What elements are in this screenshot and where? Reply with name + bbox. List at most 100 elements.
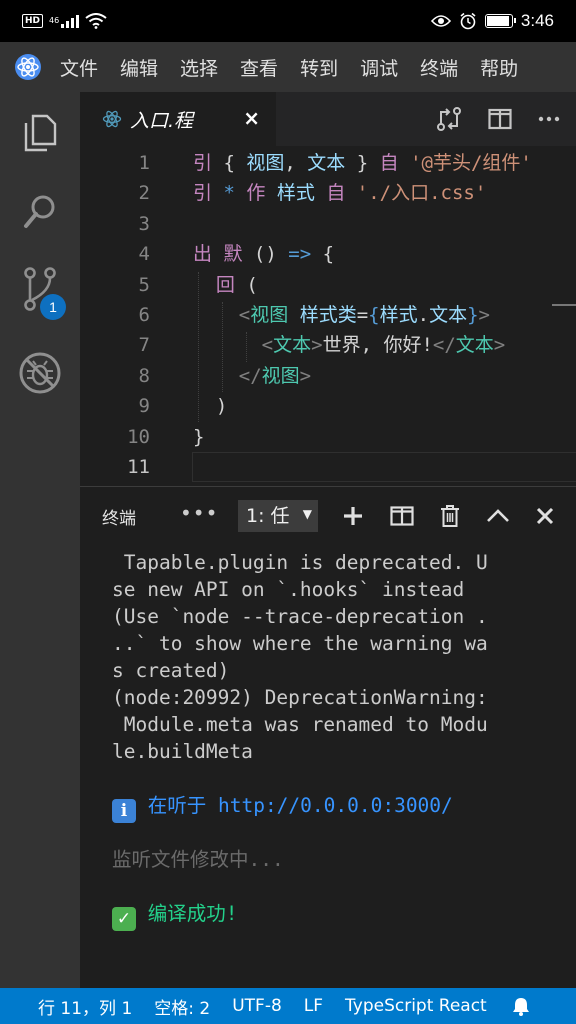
terminal-select-value: 1: 任 — [246, 505, 290, 527]
code-token: < — [261, 334, 274, 357]
cursor-position[interactable]: 行 11，列 1 — [38, 994, 132, 1019]
language-mode[interactable]: TypeScript React — [345, 996, 487, 1016]
terminal-text: s created) — [112, 659, 230, 682]
panel-title[interactable]: 终端 — [102, 504, 136, 529]
code-line[interactable]: 11 — [80, 452, 576, 482]
minimap-slider[interactable] — [552, 304, 576, 306]
menu-view[interactable]: 查看 — [240, 54, 278, 81]
menu-selection[interactable]: 选择 — [180, 54, 218, 81]
code-line[interactable]: 6 <视图 样式类={样式.文本}> — [80, 300, 576, 330]
notifications-bell-icon[interactable] — [511, 996, 531, 1016]
source-control-button[interactable]: 1 — [0, 250, 80, 328]
code-token: './入口.css' — [356, 182, 487, 205]
maximize-panel-icon[interactable] — [486, 509, 510, 523]
tab-label: 入口.程 — [130, 109, 194, 132]
code-token: > — [299, 364, 312, 387]
terminal-text: ..` to show where the warning wa — [112, 632, 488, 655]
terminal-text: 监听文件修改中... — [112, 848, 284, 871]
indentation[interactable]: 空格: 2 — [154, 994, 210, 1019]
code-line[interactable]: 5 回 ( — [80, 270, 576, 300]
terminal-line: ✓ 编译成功! — [112, 900, 572, 931]
terminal-select[interactable]: 1: 任 ▼ — [238, 500, 318, 532]
code-token: } — [193, 425, 205, 448]
trash-icon[interactable] — [440, 504, 460, 528]
terminal-text: Module.meta was renamed to Modu — [112, 713, 488, 736]
files-icon — [24, 114, 57, 152]
panel-header: 终端 ••• 1: 任 ▼ — [80, 487, 576, 545]
check-icon: ✓ — [112, 907, 136, 931]
explorer-button[interactable] — [0, 94, 80, 172]
split-editor-icon[interactable] — [488, 108, 512, 130]
new-terminal-icon[interactable] — [342, 505, 364, 527]
tab-entry[interactable]: 入口.程 × — [80, 92, 276, 146]
search-button[interactable] — [0, 172, 80, 250]
code-token: 视图 — [261, 364, 300, 387]
code-token: = — [356, 304, 369, 326]
code-token: 视图 — [246, 152, 285, 174]
menu-terminal[interactable]: 终端 — [420, 54, 458, 81]
code-token: 视图 — [250, 304, 289, 326]
no-bug-icon — [19, 352, 61, 394]
terminal-line: (node:20992) DeprecationWarning: — [112, 684, 572, 711]
scm-badge: 1 — [40, 294, 66, 320]
panel-actions — [342, 487, 554, 545]
terminal-text: se new API on `.hooks` instead — [112, 578, 465, 601]
terminal-output[interactable]: Tapable.plugin is deprecated. U se new AP… — [112, 549, 572, 931]
end-of-line[interactable]: LF — [304, 996, 323, 1016]
code-line[interactable]: 1 引 { 视图, 文本 } 自 '@芋头/组件' — [80, 148, 576, 178]
terminal-line: i 在听于 http://0.0.0.0:3000/ — [112, 792, 572, 823]
code-line[interactable]: 4 出 默 () => { — [80, 239, 576, 269]
code-line[interactable]: 9 ) — [80, 391, 576, 421]
menu-edit[interactable]: 编辑 — [120, 54, 158, 81]
compare-changes-icon[interactable] — [436, 106, 462, 132]
debug-button[interactable] — [0, 334, 80, 412]
code-line[interactable]: 8 </视图> — [80, 361, 576, 391]
code-token: > — [493, 334, 506, 357]
alarm-icon — [460, 12, 476, 30]
code-token: , — [284, 152, 308, 174]
phone-status-bar: HD 46 3:46 — [0, 0, 576, 42]
code-token: 样式类 — [299, 304, 357, 326]
terminal-text: (Use `node --trace-deprecation . — [112, 605, 488, 628]
menu-bar: 文件 编辑 选择 查看 转到 调试 终端 帮助 — [0, 42, 576, 92]
react-logo-icon — [15, 54, 41, 80]
code-token: 回 — [215, 273, 235, 296]
menu-help[interactable]: 帮助 — [480, 54, 518, 81]
encoding[interactable]: UTF-8 — [232, 996, 282, 1016]
code-text: ) — [193, 391, 227, 421]
code-token: } — [345, 152, 380, 174]
split-terminal-icon[interactable] — [390, 506, 414, 526]
clock: 3:46 — [520, 11, 554, 30]
code-editor[interactable]: 1 引 { 视图, 文本 } 自 '@芋头/组件' 2 引 * 作 样式 自 './入… — [80, 146, 576, 486]
menu-debug[interactable]: 调试 — [360, 54, 398, 81]
terminal-text: Tapable.plugin is deprecated. U — [112, 551, 488, 574]
menu-file[interactable]: 文件 — [60, 54, 98, 81]
code-line[interactable]: 3 — [80, 209, 576, 239]
line-number: 4 — [138, 243, 150, 266]
code-token: . — [417, 304, 430, 326]
terminal-line: (Use `node --trace-deprecation . — [112, 603, 572, 630]
battery-icon — [484, 14, 516, 28]
close-panel-icon[interactable] — [536, 507, 554, 525]
code-text: } — [193, 422, 204, 452]
more-actions-icon[interactable] — [538, 116, 560, 122]
code-token: { — [212, 152, 247, 174]
code-text: 回 ( — [193, 270, 258, 300]
panel-more-icon[interactable]: ••• — [180, 501, 218, 525]
code-line[interactable]: 10} — [80, 422, 576, 452]
close-icon[interactable]: × — [243, 106, 260, 130]
menu-go[interactable]: 转到 — [300, 54, 338, 81]
terminal-text: 在听于 http://0.0.0.0:3000/ — [136, 794, 453, 817]
code-token: 自 — [379, 152, 399, 174]
code-line[interactable]: 2 引 * 作 样式 自 './入口.css' — [80, 178, 576, 208]
terminal-line: Module.meta was renamed to Modu — [112, 711, 572, 738]
code-line[interactable]: 7 <文本>世界, 你好!</文本> — [80, 330, 576, 360]
code-token: * — [223, 182, 235, 205]
code-token: => — [288, 243, 312, 266]
